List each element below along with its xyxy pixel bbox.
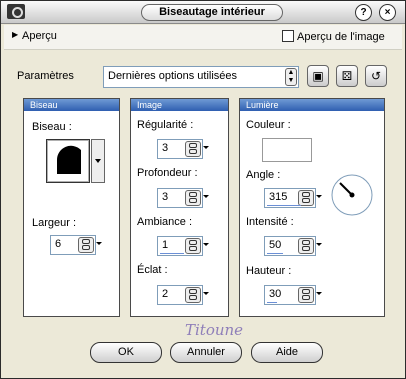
shininess-stepper[interactable]: 2: [157, 285, 209, 305]
ambience-value: 1: [162, 239, 169, 251]
help-button[interactable]: Aide: [251, 342, 323, 363]
elevation-value: 30: [269, 288, 282, 300]
light-color-swatch[interactable]: [262, 138, 312, 162]
smoothness-stepper[interactable]: 3: [157, 139, 209, 159]
preview-bar: ▶ Aperçu Aperçu de l'image: [4, 25, 402, 50]
stepper-icon[interactable]: [185, 287, 201, 303]
shininess-value: 2: [162, 288, 169, 300]
stepper-icon[interactable]: [185, 190, 201, 206]
help-icon[interactable]: ?: [355, 4, 372, 21]
bevel-quarter-icon: [56, 145, 81, 174]
elevation-label: Hauteur :: [246, 265, 292, 277]
elevation-stepper[interactable]: 30: [264, 285, 322, 305]
width-stepper[interactable]: 6: [50, 235, 102, 255]
depth-stepper[interactable]: 3: [157, 188, 209, 208]
chevron-updown-icon[interactable]: ▲ ▼: [285, 68, 297, 86]
window-title: Biseautage intérieur: [141, 4, 283, 21]
stepper-icon[interactable]: [185, 141, 201, 157]
color-label: Couleur :: [246, 119, 291, 131]
bevel-panel: Biseau Biseau : Largeur : 6: [23, 98, 120, 317]
checkbox-icon[interactable]: [282, 30, 294, 42]
presets-label: Paramètres: [17, 70, 74, 82]
smoothness-value: 3: [162, 142, 169, 154]
angle-stepper[interactable]: 315: [264, 188, 322, 208]
intensity-value: 50: [269, 239, 282, 251]
stepper-icon[interactable]: [78, 237, 94, 253]
bevel-panel-title: Biseau: [24, 99, 119, 111]
random-dice-icon[interactable]: ⚄: [336, 65, 358, 87]
camera-icon: [7, 4, 25, 19]
ambience-stepper[interactable]: 1: [157, 236, 209, 256]
preview-toggle[interactable]: Aperçu: [22, 30, 57, 42]
angle-dial[interactable]: [330, 173, 374, 217]
ambience-label: Ambiance :: [137, 216, 193, 228]
reset-preset-icon[interactable]: ↺: [365, 65, 387, 87]
watermark-signature: Titoune: [185, 321, 244, 339]
light-panel-title: Lumière: [240, 99, 384, 111]
light-panel: Lumière Couleur : Angle : 315 Intensité …: [239, 98, 385, 317]
presets-value: Dernières options utilisées: [108, 70, 238, 82]
close-icon[interactable]: ×: [379, 4, 396, 21]
intensity-label: Intensité :: [246, 216, 294, 228]
image-panel-title: Image: [131, 99, 228, 111]
depth-value: 3: [162, 191, 169, 203]
preview-image-checkbox[interactable]: Aperçu de l'image: [282, 30, 385, 43]
preview-image-label: Aperçu de l'image: [297, 31, 385, 43]
depth-label: Profondeur :: [137, 167, 198, 179]
width-label: Largeur :: [32, 217, 77, 229]
image-panel: Image Régularité : 3 Profondeur : 3 Ambi…: [130, 98, 229, 317]
presets-dropdown[interactable]: Dernières options utilisées ▲ ▼: [103, 66, 299, 88]
stepper-icon[interactable]: [298, 238, 314, 254]
save-preset-icon[interactable]: ▣: [307, 65, 329, 87]
bevel-dropdown-arrow[interactable]: [91, 139, 105, 183]
angle-label: Angle :: [246, 169, 281, 181]
smoothness-label: Régularité :: [137, 119, 194, 131]
stepper-icon[interactable]: [298, 287, 314, 303]
bevel-shape-preview[interactable]: [46, 139, 90, 183]
width-value: 6: [55, 238, 62, 250]
cancel-button[interactable]: Annuler: [170, 342, 242, 363]
shininess-label: Éclat :: [137, 264, 168, 276]
dialog-window: Biseautage intérieur ? × ▶ Aperçu Aperçu…: [0, 0, 406, 379]
angle-value: 315: [269, 191, 288, 203]
stepper-icon[interactable]: [298, 190, 314, 206]
ok-button[interactable]: OK: [90, 342, 162, 363]
title-bar[interactable]: Biseautage intérieur ? ×: [1, 1, 405, 24]
bevel-label: Biseau :: [32, 121, 72, 133]
stepper-icon[interactable]: [185, 238, 201, 254]
intensity-stepper[interactable]: 50: [264, 236, 322, 256]
expand-arrow-icon[interactable]: ▶: [12, 30, 18, 39]
